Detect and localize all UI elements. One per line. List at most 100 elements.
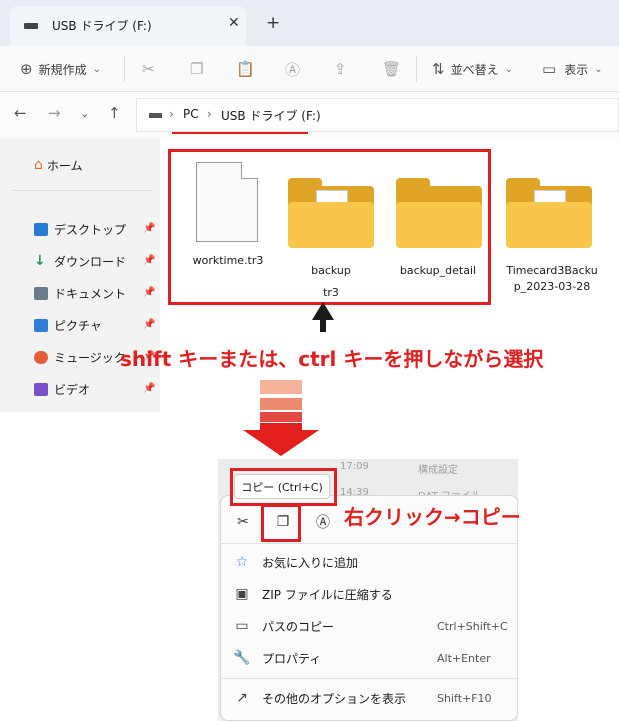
row-time: 17:09 [340, 461, 369, 472]
close-icon[interactable]: ✕ [228, 15, 240, 31]
menu-item-properties[interactable]: 🔧 プロパティ Alt+Enter [232, 646, 512, 670]
sort-icon: ⇅ [432, 60, 445, 78]
row-type: 構成設定 [418, 465, 458, 476]
document-icon [34, 286, 48, 300]
scissors-icon: ✂ [237, 514, 249, 530]
back-arrow-icon[interactable]: ← [14, 104, 27, 122]
chevron-down-icon: ⌄ [92, 63, 101, 75]
sidebar-item-home[interactable]: ⌂ ホーム [34, 154, 83, 176]
share-button[interactable]: ⇪ [334, 46, 347, 92]
menu-item-add-favorite[interactable]: ☆ お気に入りに追加 [232, 550, 512, 574]
music-icon [34, 350, 48, 364]
context-rename-button[interactable]: Ⓐ [308, 511, 338, 533]
home-icon: ⌂ [34, 157, 43, 173]
clipboard-icon: 📋 [236, 60, 255, 78]
menu-item-label: プロパティ [262, 651, 322, 666]
sidebar-item-pictures[interactable]: ピクチャ [34, 314, 102, 336]
sidebar-item-label: ドキュメント [54, 286, 127, 301]
chevron-down-icon: ⌄ [504, 63, 513, 75]
forward-arrow-icon[interactable]: → [48, 104, 61, 122]
sidebar-item-downloads[interactable]: ↓ ダウンロード [34, 250, 126, 272]
tooltip-highlight-box [230, 468, 337, 506]
plus-circle-icon: ⊕ [20, 60, 33, 78]
pin-icon[interactable]: 📌 [143, 319, 155, 330]
pin-icon[interactable]: 📌 [143, 223, 155, 234]
toolbar-divider [124, 56, 125, 82]
sidebar-item-desktop[interactable]: デスクトップ [34, 218, 126, 240]
new-label: 新規作成 [38, 62, 87, 77]
menu-item-label: パスのコピー [262, 619, 335, 634]
new-tab-button[interactable]: + [266, 13, 280, 33]
new-button[interactable]: ⊕ 新規作成 ⌄ [20, 46, 101, 92]
picture-icon [34, 318, 48, 332]
menu-divider [220, 543, 518, 544]
view-icon: ▭ [542, 60, 557, 78]
down-arrow-indicator [243, 430, 319, 456]
pin-icon[interactable]: 📌 [143, 287, 155, 298]
menu-item-copy-path[interactable]: ▭ パスのコピー Ctrl+Shift+C [232, 614, 512, 638]
screenshot-root: USB ドライブ (F:) ✕ + ⊕ 新規作成 ⌄ ✂ ❐ 📋 Ⓐ ⇪ 🗑 ⇅… [0, 0, 619, 721]
sidebar-divider [12, 190, 152, 191]
desktop-icon [34, 222, 48, 236]
sidebar-item-label: ミュージック [54, 350, 126, 365]
paste-button[interactable]: 📋 [236, 46, 255, 92]
zip-icon: ▣ [235, 586, 249, 602]
sort-button[interactable]: ⇅ 並べ替え ⌄ [432, 46, 513, 92]
copy-button[interactable]: ❐ [190, 46, 203, 92]
menu-divider [220, 678, 518, 679]
arrow-stripe [260, 398, 302, 410]
video-icon [34, 382, 48, 396]
star-icon: ☆ [235, 554, 249, 570]
rename-button[interactable]: Ⓐ [285, 46, 300, 92]
file-name-line2: p_2023-03-28 [513, 280, 591, 293]
sidebar-item-label: ビデオ [54, 382, 91, 397]
command-bar: ⊕ 新規作成 ⌄ ✂ ❐ 📋 Ⓐ ⇪ 🗑 ⇅ 並べ替え ⌄ ▭ 表示 ⌄ [0, 46, 619, 92]
rename-icon: Ⓐ [316, 515, 330, 531]
delete-button[interactable]: 🗑 [382, 46, 401, 92]
toolbar-divider [416, 56, 417, 82]
menu-item-more-options[interactable]: ↗ その他のオプションを表示 Shift+F10 [232, 686, 512, 710]
external-open-icon: ↗ [236, 690, 248, 706]
sort-label: 並べ替え [450, 62, 499, 77]
address-underline-annotation [172, 132, 308, 134]
sidebar-item-label: ピクチャ [54, 318, 102, 333]
drive-icon [24, 23, 38, 29]
tab-usb-drive[interactable]: USB ドライブ (F:) ✕ [10, 6, 246, 46]
download-icon: ↓ [34, 253, 46, 269]
tab-title: USB ドライブ (F:) [52, 19, 152, 33]
chevron-down-icon: ⌄ [594, 63, 603, 75]
menu-item-shortcut: Shift+F10 [437, 691, 492, 705]
sidebar-item-videos[interactable]: ビデオ [34, 378, 90, 400]
menu-item-shortcut: Ctrl+Shift+C [437, 619, 508, 633]
up-arrow-icon[interactable]: ↑ [108, 104, 121, 122]
pin-icon[interactable]: 📌 [143, 255, 155, 266]
file-name: Timecard3Backu [506, 264, 598, 277]
tab-strip: USB ドライブ (F:) ✕ + [0, 0, 619, 46]
path-icon: ▭ [235, 618, 249, 634]
arrow-stripe [260, 412, 302, 422]
sidebar-item-music[interactable]: ミュージック [34, 346, 126, 368]
breadcrumb-usb-drive[interactable]: USB ドライブ (F:) [221, 107, 321, 124]
cut-button[interactable]: ✂ [142, 46, 155, 92]
sidebar-item-label: ホーム [46, 158, 83, 173]
pin-icon[interactable]: 📌 [143, 383, 155, 394]
scissors-icon: ✂ [142, 60, 155, 78]
trash-icon: 🗑 [382, 60, 402, 78]
context-cut-button[interactable]: ✂ [228, 511, 258, 533]
menu-item-compress-zip[interactable]: ▣ ZIP ファイルに圧縮する [232, 582, 512, 606]
arrow-stripe [260, 380, 302, 394]
view-label: 表示 [564, 62, 589, 77]
menu-item-shortcut: Alt+Enter [437, 651, 491, 665]
address-bar[interactable]: › PC › USB ドライブ (F:) [136, 98, 619, 132]
copy-instruction: 右クリック→コピー [344, 505, 521, 529]
sidebar-item-documents[interactable]: ドキュメント [34, 282, 126, 304]
breadcrumb-pc[interactable]: PC [183, 107, 199, 121]
drive-icon [149, 113, 162, 118]
rename-icon: Ⓐ [285, 60, 301, 79]
selection-instruction: shift キーまたは、ctrl キーを押しながら選択 [120, 347, 544, 371]
recent-chevron-icon[interactable]: ⌄ [80, 107, 89, 120]
sidebar-item-label: ダウンロード [54, 254, 127, 269]
view-button[interactable]: ▭ 表示 ⌄ [542, 46, 603, 92]
selection-highlight-box [168, 149, 491, 305]
menu-item-label: お気に入りに追加 [262, 555, 359, 570]
